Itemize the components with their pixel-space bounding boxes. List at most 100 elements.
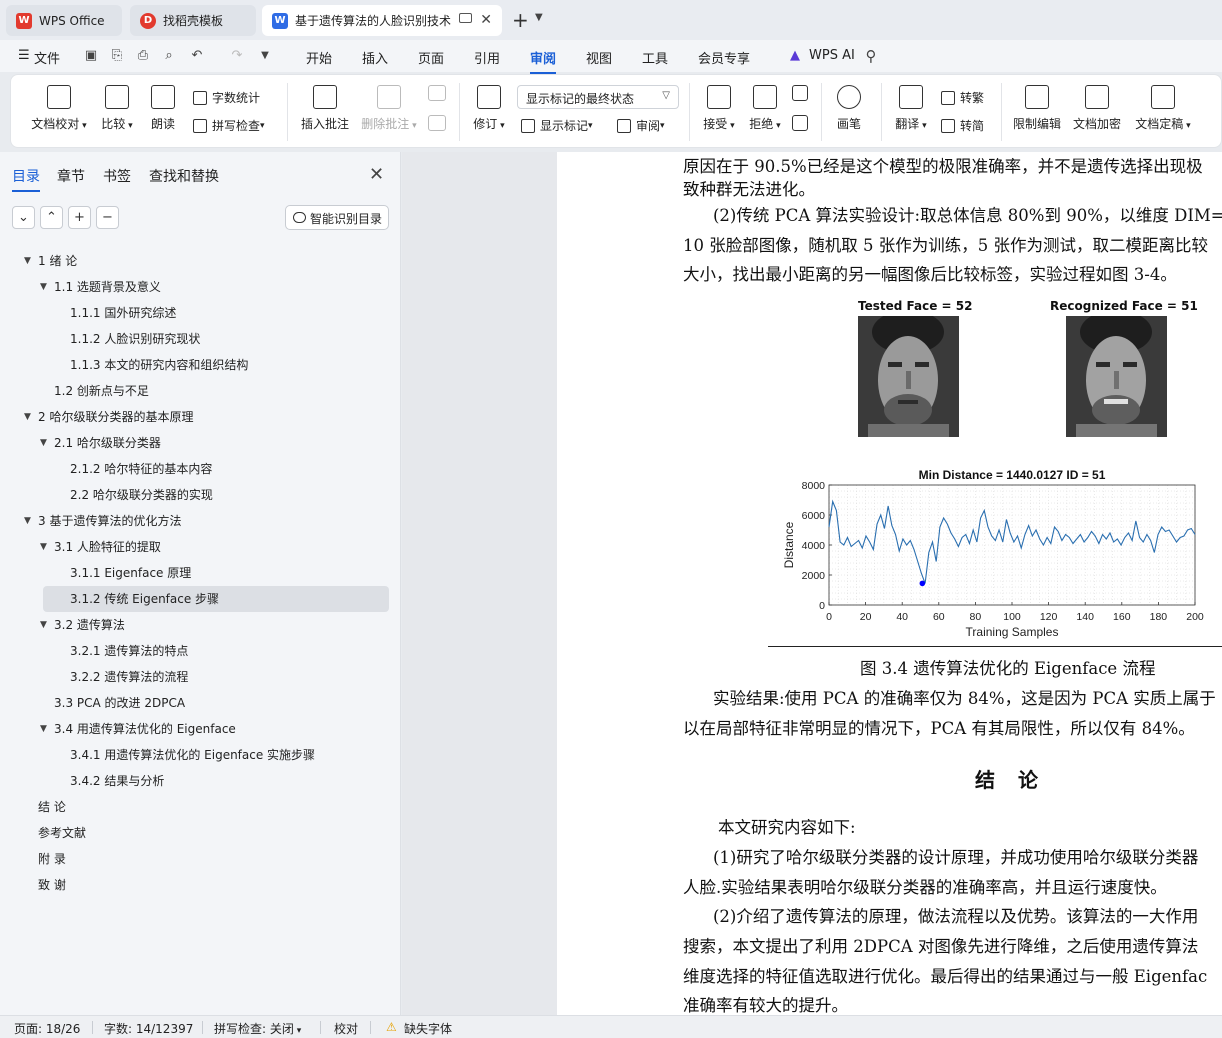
tab-wps-office[interactable]: W WPS Office [6, 5, 122, 36]
menu-view[interactable]: 视图 [586, 48, 612, 67]
undo-icon[interactable]: ↶ [190, 49, 204, 63]
toc-item[interactable]: 2.1.2 哈尔特征的基本内容 [0, 456, 401, 482]
word-count-button[interactable]: 字数统计 [193, 89, 260, 106]
toc-item[interactable]: 2.2 哈尔级联分类器的实现 [0, 482, 401, 508]
accept-button[interactable]: 接受 ▾ [699, 85, 739, 132]
toc-item[interactable]: ▼ 2 哈尔级联分类器的基本原理 [0, 404, 401, 430]
next-change-button[interactable] [789, 115, 811, 137]
missing-font-status[interactable]: 缺失字体 [404, 1020, 452, 1037]
prev-change-button[interactable] [789, 85, 811, 107]
toc-item[interactable]: 3.3 PCA 的改进 2DPCA [0, 690, 401, 716]
collapse-arrow-icon[interactable]: ▼ [24, 508, 31, 534]
add-icon[interactable]: + [68, 206, 91, 229]
search-icon[interactable]: ⚲ [864, 49, 878, 64]
toc-item[interactable]: 1.2 创新点与不足 [0, 378, 401, 404]
revise-button[interactable]: 修订 ▾ [469, 85, 509, 132]
toc-item[interactable]: 1.1.2 人脸识别研究现状 [0, 326, 401, 352]
chevron-down-icon[interactable]: ▼ [535, 12, 543, 23]
spell-check-button[interactable]: 拼写检查 ▾ [193, 117, 265, 134]
proof-status[interactable]: 校对 [334, 1020, 358, 1037]
review-pane-button[interactable]: 审阅 ▾ [617, 117, 665, 134]
menu-wps-ai[interactable]: WPS AI [809, 48, 855, 63]
delete-comment-button[interactable]: 删除批注 ▾ [359, 85, 419, 132]
page-indicator[interactable]: 页面: 18/26 [14, 1020, 80, 1037]
tab-template[interactable]: D 找稻壳模板 [130, 5, 256, 36]
menu-review[interactable]: 审阅 [530, 48, 557, 74]
toc-item[interactable]: ▼ 3.2 遗传算法 [0, 612, 401, 638]
close-tab-icon[interactable]: ✕ [480, 12, 492, 28]
menu-tools[interactable]: 工具 [642, 48, 668, 67]
expand-icon[interactable]: ⌄ [12, 206, 35, 229]
collapse-icon[interactable]: ⌃ [40, 206, 63, 229]
toc-item[interactable]: 3.1.1 Eigenface 原理 [0, 560, 401, 586]
toc-item[interactable]: 结 论 [0, 794, 401, 820]
print-icon[interactable]: ⎙ [136, 49, 150, 63]
menu-page[interactable]: 页面 [418, 48, 444, 67]
nav-tab-chapter[interactable]: 章节 [57, 166, 85, 186]
collapse-arrow-icon[interactable]: ▼ [40, 716, 47, 742]
pen-button[interactable]: 画笔 [833, 85, 865, 132]
toc-item[interactable]: 附 录 [0, 846, 401, 872]
menu-reference[interactable]: 引用 [474, 48, 500, 67]
spell-check-status[interactable]: 拼写检查: 关闭 ▾ [214, 1020, 301, 1037]
toc-item[interactable]: 1.1.3 本文的研究内容和组织结构 [0, 352, 401, 378]
menu-home[interactable]: 开始 [306, 48, 332, 67]
insert-comment-button[interactable]: 插入批注 [299, 85, 351, 132]
display-state-select[interactable]: 显示标记的最终状态 ▽ [517, 85, 679, 109]
toc-item[interactable]: 致 谢 [0, 872, 401, 898]
menu-member[interactable]: 会员专享 [698, 48, 750, 67]
nav-tab-find-replace[interactable]: 查找和替换 [149, 166, 219, 186]
document-page[interactable]: 原因在于 90.5%已经是这个模型的极限准确率，并不是遗传选择出现极 致种群无法… [557, 152, 1222, 1015]
collapse-arrow-icon[interactable]: ▼ [40, 612, 47, 638]
read-aloud-button[interactable]: 朗读 [147, 85, 179, 132]
toc-item[interactable]: ▼ 3.1 人脸特征的提取 [0, 534, 401, 560]
collapse-arrow-icon[interactable]: ▼ [24, 404, 31, 430]
chart-title: Min Distance = 1440.0127 ID = 51 [919, 468, 1106, 482]
redo-icon[interactable]: ↷ [230, 49, 244, 63]
collapse-arrow-icon[interactable]: ▼ [40, 274, 47, 300]
to-traditional-button[interactable]: 转繁 [941, 89, 984, 106]
monitor-icon[interactable] [459, 13, 472, 23]
toc-item[interactable]: ▼ 3.4 用遗传算法优化的 Eigenface [0, 716, 401, 742]
restrict-edit-button[interactable]: 限制编辑 [1011, 85, 1063, 132]
tab-document[interactable]: W 基于遗传算法的人脸识别技术 ✕ [262, 5, 502, 36]
menu-file[interactable]: 文件 [34, 48, 60, 67]
next-comment-button[interactable] [425, 115, 449, 137]
toc-item[interactable]: ▼ 1.1 选题背景及意义 [0, 274, 401, 300]
print-preview-icon[interactable]: ⌕ [162, 49, 176, 63]
toc-item[interactable]: 3.2.1 遗传算法的特点 [0, 638, 401, 664]
new-tab-icon[interactable]: + [512, 8, 529, 32]
output-icon[interactable]: ⎘ [110, 49, 124, 63]
nav-tab-bookmark[interactable]: 书签 [103, 166, 131, 186]
finalize-button[interactable]: 文档定稿 ▾ [1131, 85, 1195, 132]
more-chevron-icon[interactable]: ▼ [258, 49, 272, 63]
toc-item[interactable]: 3.4.1 用遗传算法优化的 Eigenface 实施步骤 [0, 742, 401, 768]
smart-toc-button[interactable]: 智能识别目录 [285, 205, 389, 230]
collapse-arrow-icon[interactable]: ▼ [40, 430, 47, 456]
word-count-indicator[interactable]: 字数: 14/12397 [104, 1020, 193, 1037]
prev-comment-button[interactable] [425, 85, 449, 107]
show-marks-button[interactable]: 显示标记 ▾ [521, 117, 593, 134]
close-icon[interactable]: ✕ [369, 164, 384, 185]
remove-icon[interactable]: − [96, 206, 119, 229]
toc-item[interactable]: 3.2.2 遗传算法的流程 [0, 664, 401, 690]
toc-item[interactable]: 1.1.1 国外研究综述 [0, 300, 401, 326]
save-icon[interactable]: ▣ [84, 49, 98, 63]
toc-item[interactable]: 3.1.2 传统 Eigenface 步骤 [43, 586, 389, 612]
doc-proof-button[interactable]: 文档校对 ▾ [29, 85, 89, 132]
toc-item[interactable]: ▼ 1 绪 论 [0, 248, 401, 274]
compare-button[interactable]: 比较 ▾ [97, 85, 137, 132]
toc-item[interactable]: ▼ 3 基于遗传算法的优化方法 [0, 508, 401, 534]
collapse-arrow-icon[interactable]: ▼ [40, 534, 47, 560]
menu-insert[interactable]: 插入 [362, 48, 388, 67]
collapse-arrow-icon[interactable]: ▼ [24, 248, 31, 274]
toc-item[interactable]: 3.4.2 结果与分析 [0, 768, 401, 794]
toc-item[interactable]: 参考文献 [0, 820, 401, 846]
translate-button[interactable]: 翻译 ▾ [891, 85, 931, 132]
toc-item[interactable]: ▼ 2.1 哈尔级联分类器 [0, 430, 401, 456]
to-simplified-button[interactable]: 转简 [941, 117, 984, 134]
reject-button[interactable]: 拒绝 ▾ [745, 85, 785, 132]
nav-tab-toc[interactable]: 目录 [12, 166, 40, 192]
hamburger-icon[interactable]: ☰ [18, 48, 30, 63]
encrypt-button[interactable]: 文档加密 [1071, 85, 1123, 132]
